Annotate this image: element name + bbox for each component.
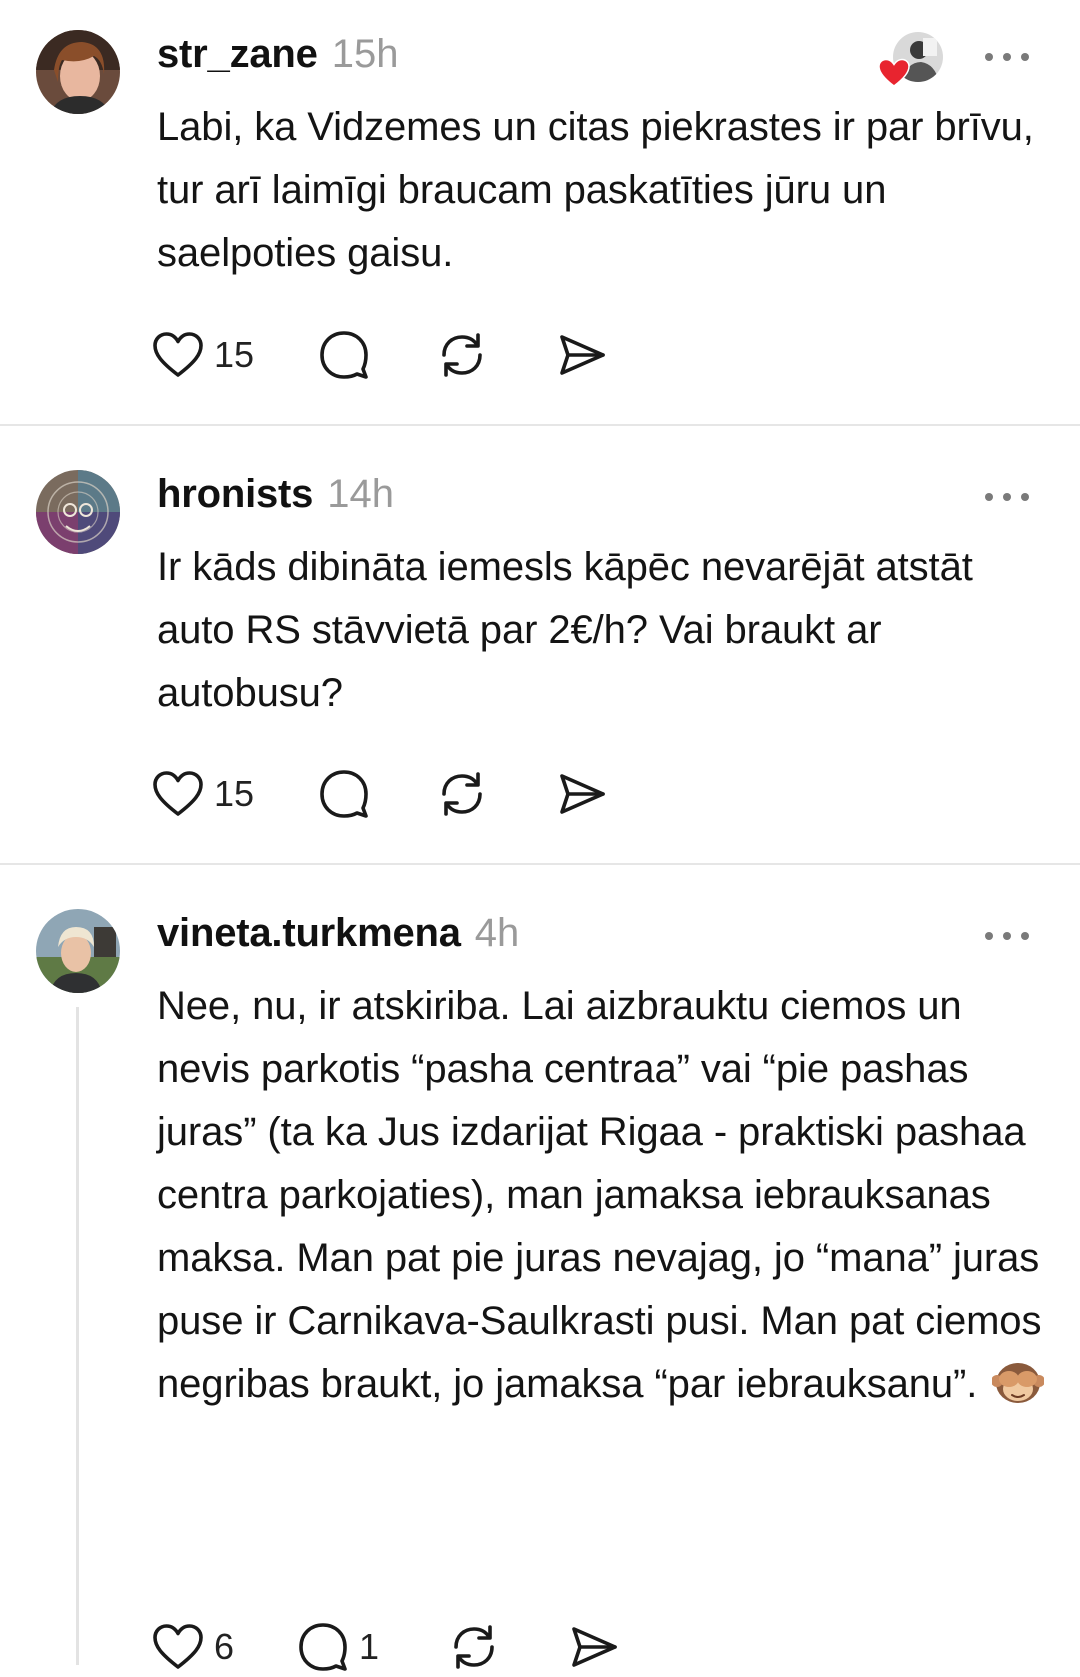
like-count: 15 [214,773,255,814]
username[interactable]: hronists [157,472,313,517]
more-options-button[interactable] [985,926,1029,946]
like-count: 6 [214,1626,235,1667]
comment-icon [299,1623,347,1671]
send-icon [560,335,605,375]
heart-badge-icon [878,58,910,87]
post-header: str_zane 15h [157,32,398,82]
dot-icon [1003,493,1011,501]
repost-icon [442,333,482,377]
post-3: vineta.turkmena 4h Nee, nu, ir atskiriba… [0,865,1080,1671]
dot-icon [1003,53,1011,61]
like-button[interactable]: 15 [152,325,254,385]
dot-icon [985,493,993,501]
comment-icon [320,770,368,818]
reply-count: 1 [359,1626,380,1667]
repost-icon [454,1625,494,1669]
more-options-button[interactable] [985,487,1029,507]
dot-icon [985,932,993,940]
username[interactable]: vineta.turkmena [157,911,461,956]
post-1: str_zane 15h Labi, ka Vidzemes un citas … [0,0,1080,402]
thread-line [76,1007,79,1665]
send-icon [572,1627,617,1667]
heart-icon [153,1624,203,1669]
repost-button[interactable] [448,1617,500,1677]
heart-icon [153,332,203,377]
timestamp: 15h [331,32,399,76]
dot-icon [1003,932,1011,940]
timestamp: 14h [327,472,394,516]
avatar-str-zane[interactable] [36,30,120,114]
timestamp: 4h [474,911,520,955]
post-text-content: Nee, nu, ir atskiriba. Lai aizbrauktu ci… [157,984,1042,1406]
share-button[interactable] [568,1617,620,1677]
avatar-vineta-turkmena[interactable] [36,909,120,993]
heart-icon [153,771,203,816]
post-header: hronists 14h [157,472,394,522]
avatar-hronists[interactable] [36,470,120,554]
post-header: vineta.turkmena 4h [157,911,519,961]
repost-button[interactable] [436,325,488,385]
post-text: Nee, nu, ir atskiriba. Lai aizbrauktu ci… [157,975,1057,1416]
dot-icon [1021,932,1029,940]
username[interactable]: str_zane [157,32,318,77]
post-text: Ir kāds dibināta iemesls kāpēc nevarējāt… [157,545,973,715]
see-no-evil-monkey-icon [992,1363,1045,1403]
like-button[interactable]: 15 [152,764,254,824]
reply-button[interactable] [318,764,370,824]
dot-icon [985,53,993,61]
dot-icon [1021,53,1029,61]
reply-button[interactable]: 1 [297,1617,379,1677]
repost-icon [442,772,482,816]
post-2: hronists 14h Ir kāds dibināta iemesls kā… [0,426,1080,864]
share-button[interactable] [556,764,608,824]
comment-icon [320,331,368,379]
dot-icon [1021,493,1029,501]
send-icon [560,774,605,814]
like-count: 15 [214,334,255,375]
post-text: Labi, ka Vidzemes un citas piekrastes ir… [157,105,1034,275]
more-options-button[interactable] [985,47,1029,67]
share-button[interactable] [556,325,608,385]
reply-button[interactable] [318,325,370,385]
like-button[interactable]: 6 [152,1617,234,1677]
repost-button[interactable] [436,764,488,824]
